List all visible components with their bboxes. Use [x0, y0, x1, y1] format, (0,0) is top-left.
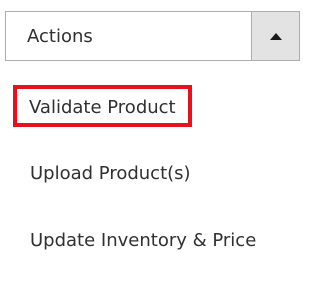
actions-dropdown-toggle[interactable]: [251, 12, 299, 60]
actions-dropdown[interactable]: Actions: [5, 11, 300, 61]
menu-item-upload-products[interactable]: Upload Product(s): [30, 158, 191, 190]
menu-item-validate-product[interactable]: Validate Product: [13, 85, 192, 127]
menu-item-update-inventory-price[interactable]: Update Inventory & Price: [30, 225, 280, 257]
actions-dropdown-label: Actions: [27, 25, 93, 47]
actions-menu: Validate Product Upload Product(s) Updat…: [5, 70, 300, 302]
caret-up-icon: [269, 32, 282, 40]
